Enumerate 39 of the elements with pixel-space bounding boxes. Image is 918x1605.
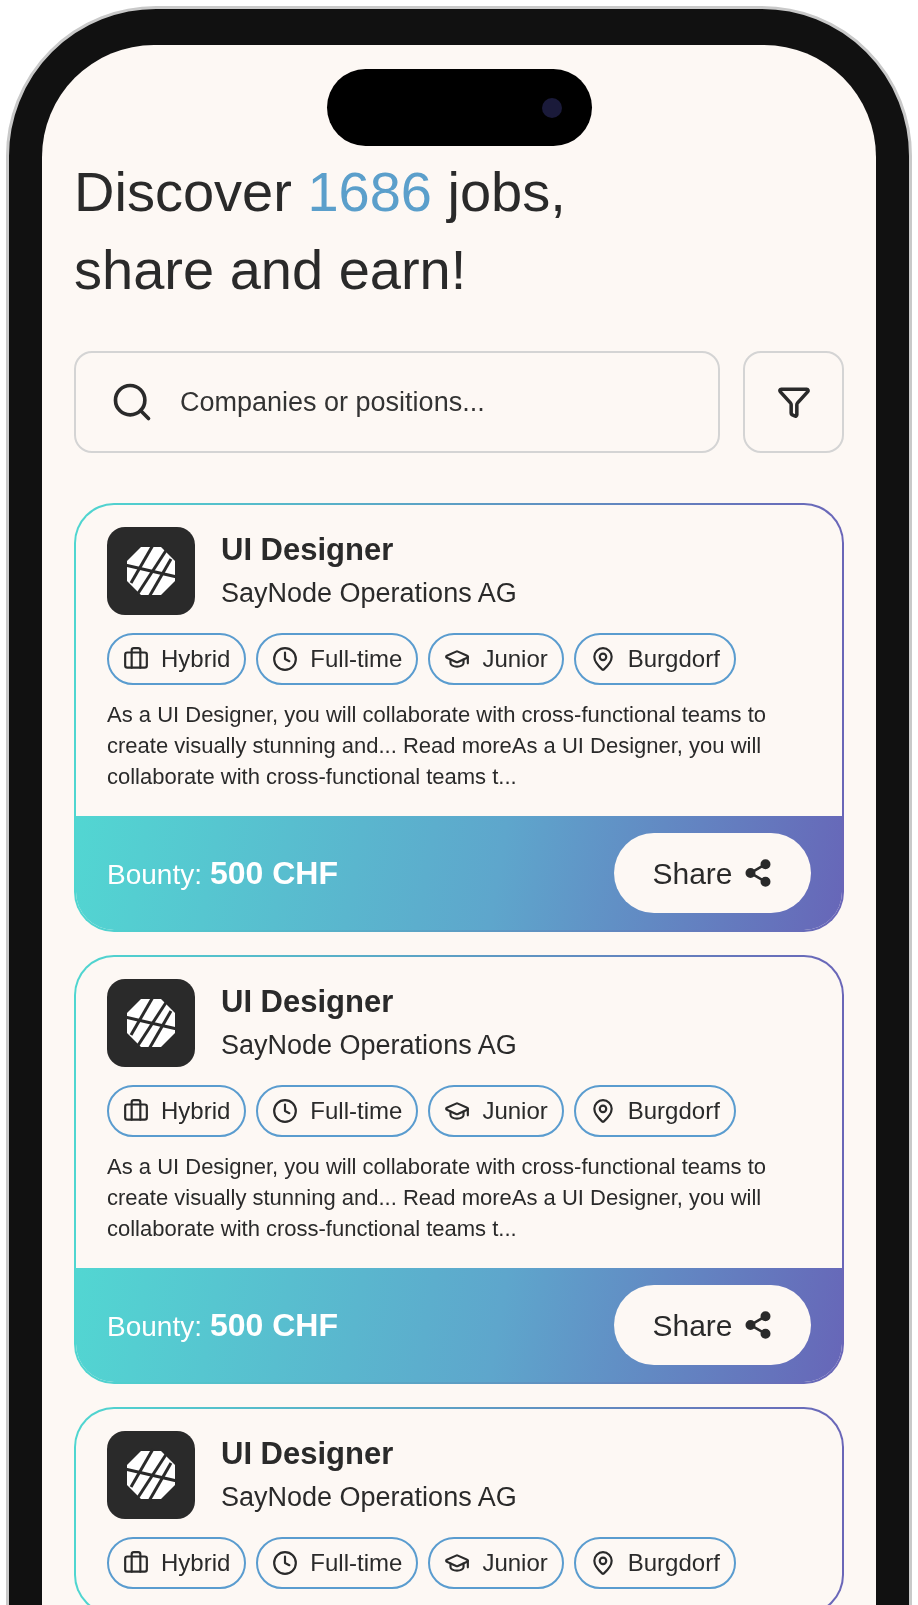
share-button[interactable]: Share <box>614 833 811 913</box>
bounty-amount: 500 CHF <box>209 854 338 893</box>
job-card[interactable] <box>74 955 844 1384</box>
job-tag: Burgdorf <box>573 1537 736 1589</box>
job-tag: Junior <box>428 1537 564 1589</box>
briefcase-icon <box>123 1098 149 1124</box>
job-tag: Full-time <box>256 1085 419 1137</box>
job-tag: Burgdorf <box>573 633 736 685</box>
briefcase-icon <box>123 646 149 672</box>
job-card[interactable]: UI Designer SayNode Operations AG Hybrid Full-time Junior Burgdorf <box>74 1407 844 1605</box>
clock-icon <box>272 1550 299 1576</box>
company-name: SayNode Operations AG <box>221 1481 517 1514</box>
job-tag: Junior <box>428 1085 564 1137</box>
job-description: As a UI Designer, you will collaborate with cross-functional teams to create visually stunning and... Read moreAs a UI Designer, you will collaborate with cross-functional teams t... <box>107 701 768 791</box>
job-description: As a UI Designer, you will collaborate with cross-functional teams to create visually stunning and... Read moreAs a UI Designer, you will collaborate with cross-functional teams t... <box>107 1153 768 1243</box>
job-tag: Full-time <box>256 633 419 685</box>
bounty-label: Bounty: <box>107 1310 202 1344</box>
clock-icon <box>272 646 299 672</box>
page-heading: Discover 1686 jobs, share and earn! <box>74 159 567 303</box>
bounty-label: Bounty: <box>107 858 202 892</box>
job-title: UI Designer <box>221 983 395 1021</box>
job-card[interactable] <box>74 503 844 932</box>
share-button[interactable]: Share <box>614 1285 811 1365</box>
filter-icon <box>776 385 811 419</box>
job-tag: Hybrid <box>107 633 247 685</box>
job-tag: Burgdorf <box>573 1085 736 1137</box>
search-field[interactable]: Companies or positions... <box>74 351 720 453</box>
clock-icon <box>272 1098 299 1124</box>
company-name: SayNode Operations AG <box>221 577 517 610</box>
job-tag: Full-time <box>256 1537 419 1589</box>
job-title: UI Designer <box>221 531 395 569</box>
company-name: SayNode Operations AG <box>221 1029 517 1062</box>
job-title: UI Designer <box>221 1435 395 1473</box>
filter-button[interactable] <box>743 351 844 453</box>
bounty-amount: 500 CHF <box>209 1306 338 1345</box>
briefcase-icon <box>123 1550 149 1576</box>
job-tag: Hybrid <box>107 1085 247 1137</box>
job-tag: Hybrid <box>107 1537 247 1589</box>
job-tag: Junior <box>428 633 564 685</box>
